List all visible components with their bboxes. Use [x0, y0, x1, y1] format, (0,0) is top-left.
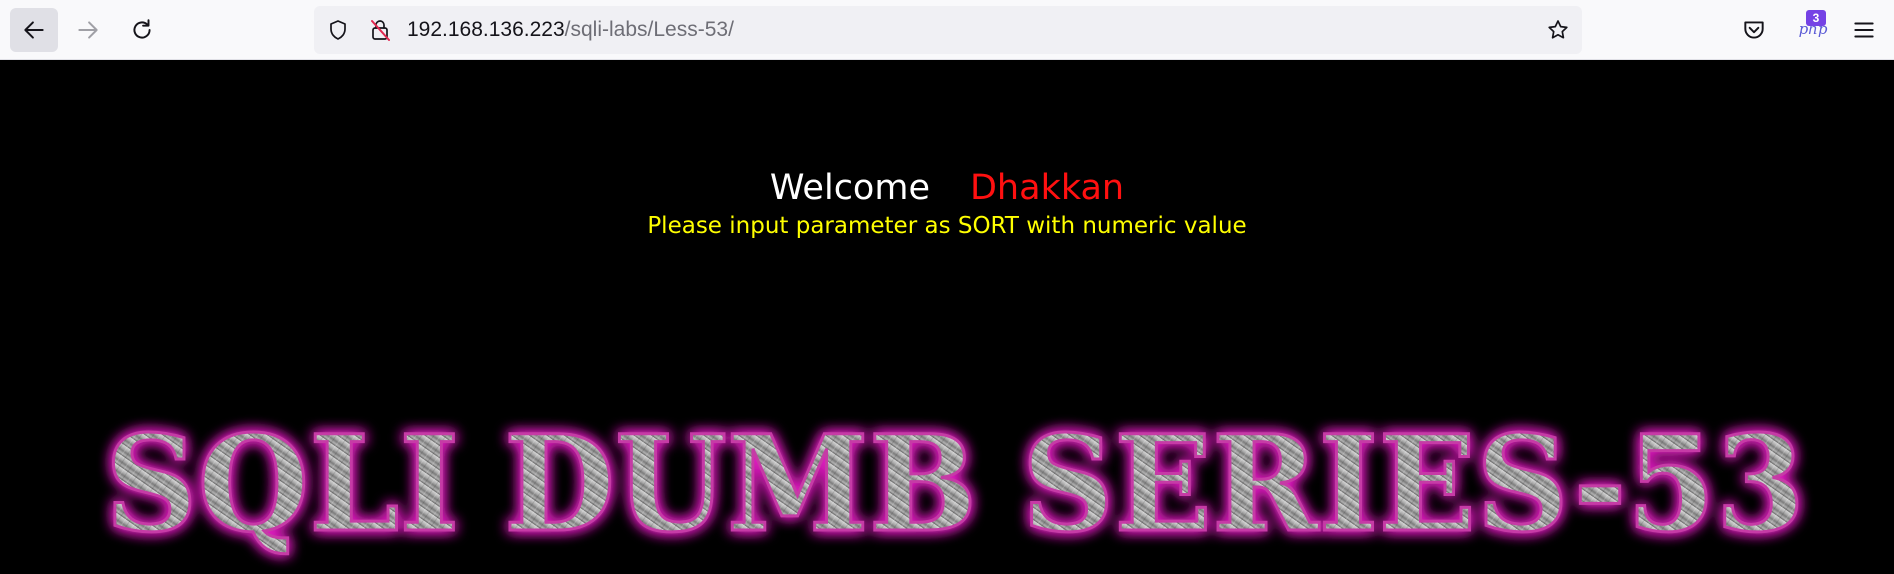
reload-button[interactable]	[118, 8, 166, 52]
welcome-line: Welcome Dhakkan	[0, 166, 1894, 210]
browser-toolbar: 192.168.136.223/sqli-labs/Less-53/ php 3	[0, 0, 1894, 60]
shield-icon[interactable]	[326, 18, 350, 42]
instruction-text: Please input parameter as SORT with nume…	[647, 213, 1247, 239]
url-text[interactable]: 192.168.136.223/sqli-labs/Less-53/	[407, 6, 734, 54]
extension-badge-count: 3	[1806, 10, 1826, 26]
welcome-text: Welcome	[769, 168, 930, 208]
back-icon	[24, 21, 44, 39]
insecure-lock-icon[interactable]	[368, 18, 392, 42]
url-bar[interactable]: 192.168.136.223/sqli-labs/Less-53/	[314, 6, 1582, 54]
banner-title: SQLI DUMB SERIES-53	[105, 407, 1805, 562]
reload-icon	[133, 19, 151, 39]
welcome-name: Dhakkan	[969, 168, 1125, 208]
url-path: /sqli-labs/Less-53/	[564, 18, 734, 41]
bookmark-star-icon[interactable]	[1546, 18, 1570, 42]
menu-button[interactable]	[1840, 8, 1888, 52]
forward-icon	[78, 21, 98, 39]
back-button[interactable]	[10, 8, 58, 52]
banner-image: SQLI DUMB SERIES-53	[104, 406, 1807, 564]
forward-button[interactable]	[64, 8, 112, 52]
pocket-button[interactable]	[1730, 8, 1778, 52]
pocket-icon	[1744, 21, 1764, 39]
url-host: 192.168.136.223	[407, 18, 565, 41]
menu-icon	[1854, 22, 1874, 38]
